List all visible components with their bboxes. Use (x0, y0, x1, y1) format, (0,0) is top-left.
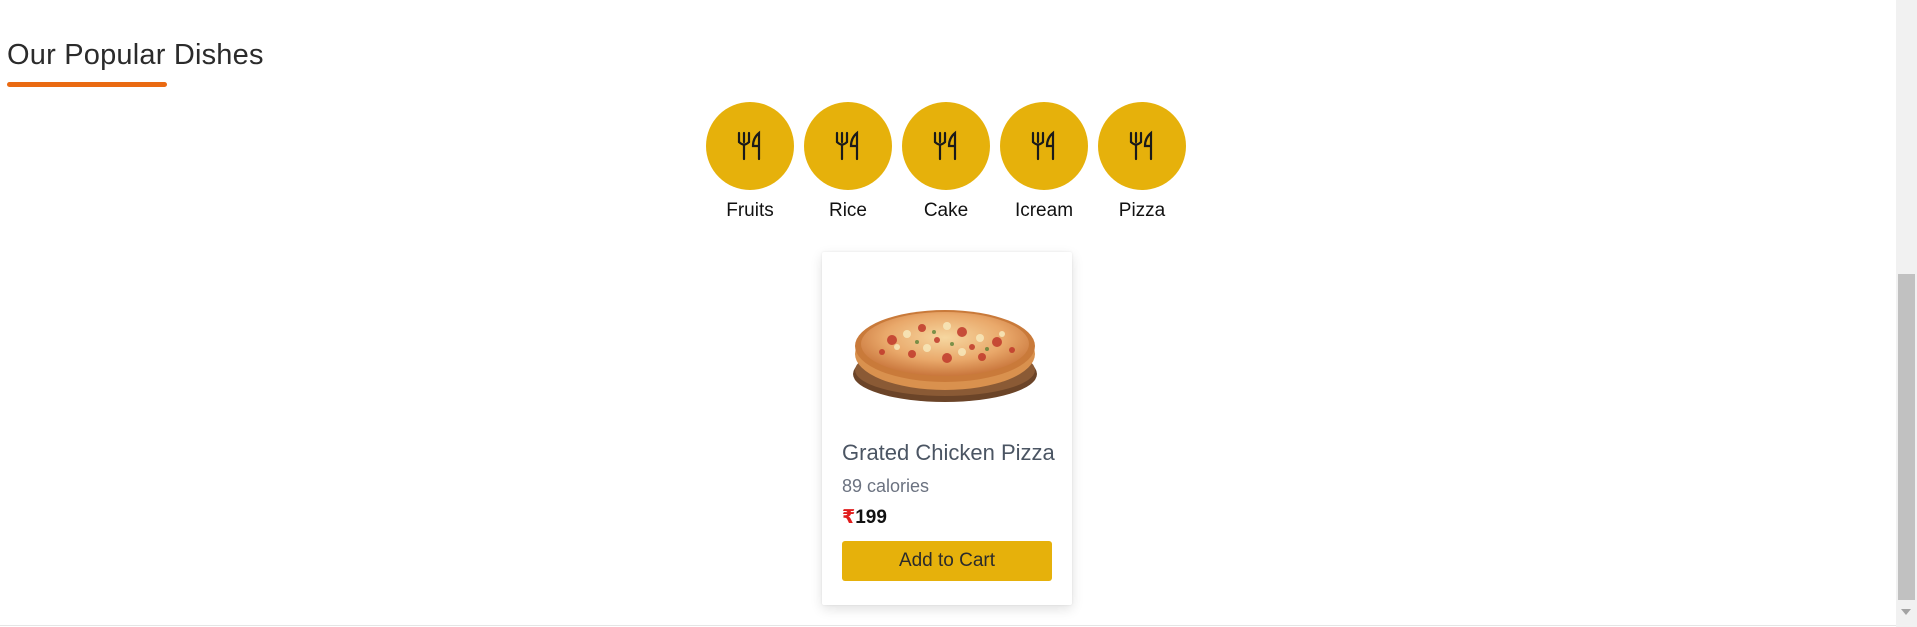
add-to-cart-button[interactable]: Add to Cart (842, 541, 1052, 581)
category-cake[interactable]: Cake (902, 102, 990, 222)
dish-card: Grated Chicken Pizza 89 calories ₹199 Ad… (822, 252, 1072, 605)
utensils-icon (933, 130, 957, 161)
scrollbar-thumb[interactable] (1898, 274, 1915, 600)
category-pizza[interactable]: Pizza (1098, 102, 1186, 222)
pizza-image (853, 310, 1037, 402)
category-fruits[interactable]: Fruits (706, 102, 794, 222)
category-icream[interactable]: Icream (1000, 102, 1088, 222)
category-circle[interactable] (902, 102, 990, 190)
category-label: Fruits (726, 200, 774, 221)
currency-symbol: ₹ (842, 507, 856, 528)
title-underline (7, 82, 167, 87)
utensils-icon (737, 130, 761, 161)
category-rice[interactable]: Rice (804, 102, 892, 222)
category-label: Icream (1014, 200, 1074, 221)
category-circle[interactable] (804, 102, 892, 190)
utensils-icon (1031, 130, 1055, 161)
category-label: Cake (923, 200, 969, 221)
divider (0, 625, 1896, 626)
category-list: Fruits Rice Cake Icream Pizza (706, 102, 1186, 222)
dish-calories: 89 calories (842, 476, 930, 496)
utensils-icon (1129, 130, 1153, 161)
page: Our Popular Dishes Fruits Rice Cake Icre… (0, 0, 1917, 627)
category-circle[interactable] (706, 102, 794, 190)
dish-price: ₹199 (842, 506, 887, 529)
category-circle[interactable] (1000, 102, 1088, 190)
category-label: Pizza (1118, 200, 1166, 221)
dish-name: Grated Chicken Pizza (842, 440, 1055, 465)
vertical-scrollbar[interactable] (1896, 0, 1917, 627)
category-circle[interactable] (1098, 102, 1186, 190)
category-label: Rice (828, 200, 867, 221)
scroll-down-arrow-icon[interactable] (1901, 609, 1911, 615)
section-title: Our Popular Dishes (7, 39, 264, 71)
utensils-icon (835, 130, 859, 161)
price-value: 199 (855, 507, 887, 528)
